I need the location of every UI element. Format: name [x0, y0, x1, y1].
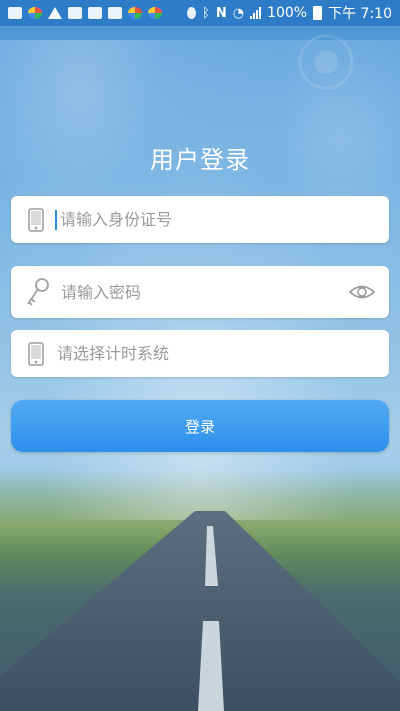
- timing-system-select[interactable]: [11, 330, 389, 377]
- road-background: [0, 511, 400, 711]
- battery-percent: 100%: [267, 5, 308, 21]
- status-bar: ᛒ N ◔ 100% 下午 7:10: [0, 0, 400, 26]
- watermark-logo: [298, 34, 354, 90]
- phone-icon: [25, 341, 47, 367]
- warning-icon: [48, 7, 62, 19]
- login-button[interactable]: 登录: [11, 400, 389, 452]
- signal-icon: [250, 7, 262, 19]
- system-status: ᛒ N ◔ 100% 下午 7:10: [187, 3, 392, 23]
- phone-icon: [25, 207, 47, 233]
- bluetooth-icon: ᛒ: [202, 5, 210, 21]
- app-icon: [128, 7, 142, 19]
- text-cursor: [55, 209, 57, 230]
- eye-icon[interactable]: [347, 277, 377, 307]
- clock: 下午 7:10: [328, 6, 392, 22]
- image-icon: [88, 7, 102, 19]
- password-field[interactable]: [11, 266, 389, 318]
- wifi-icon: ◔: [232, 5, 245, 21]
- sim-icon: [108, 7, 122, 19]
- password-input[interactable]: [59, 281, 347, 303]
- nfc-icon: N: [215, 5, 227, 21]
- page-title: 用户登录: [150, 146, 250, 174]
- app-icon: [28, 7, 42, 19]
- battery-icon: [313, 6, 323, 20]
- location-icon: [187, 7, 197, 19]
- timing-system-input[interactable]: [55, 343, 389, 364]
- message-icon: [8, 7, 22, 19]
- id-number-input[interactable]: [58, 209, 389, 230]
- id-number-field[interactable]: [11, 196, 389, 243]
- notification-icons: [8, 7, 187, 19]
- key-icon: [25, 277, 51, 307]
- image-icon: [68, 7, 82, 19]
- app-icon: [148, 7, 162, 19]
